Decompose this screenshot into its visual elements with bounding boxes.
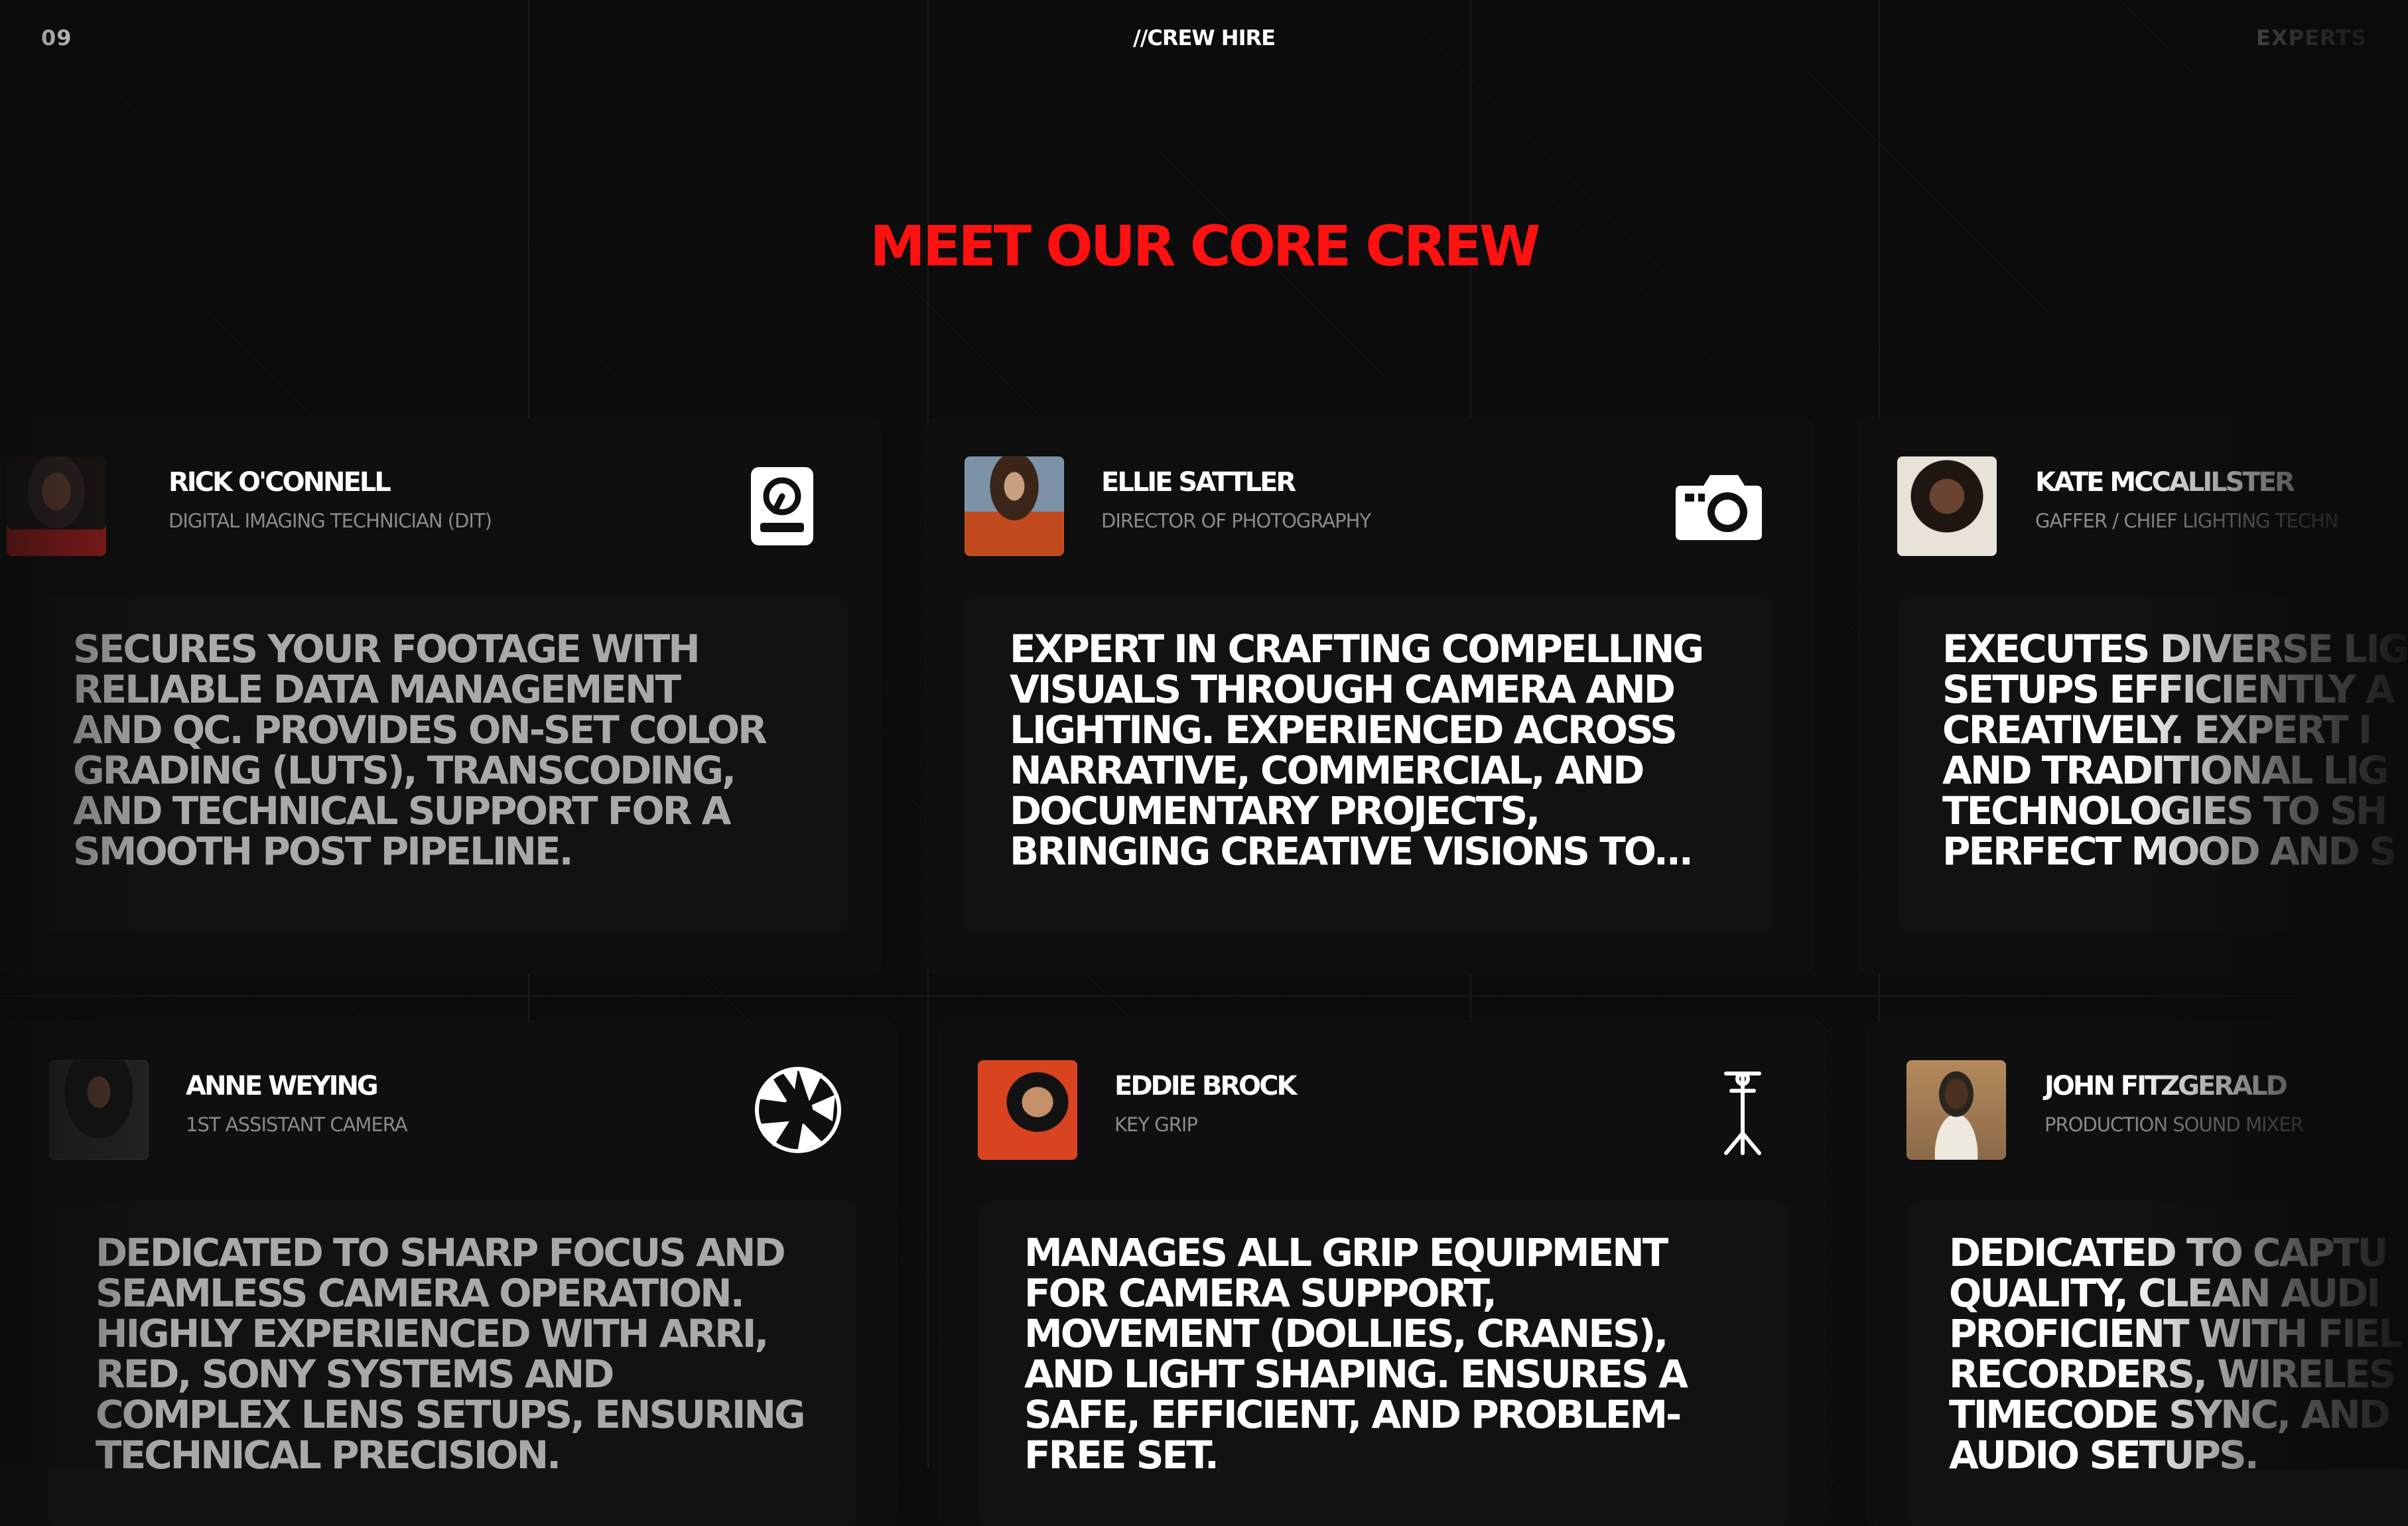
crew-description: EXECUTES DIVERSE LIG SETUPS EFFICIENTLY …	[1942, 626, 2408, 874]
crew-card[interactable]: JOHN FITZGERALD PRODUCTION SOUND MIXER D…	[1868, 1022, 2408, 1526]
crew-role: DIRECTOR OF PHOTOGRAPHY	[1101, 510, 1371, 532]
crew-role: 1ST ASSISTANT CAMERA	[186, 1113, 408, 1136]
crew-name: KATE MCCALILSTER	[2035, 467, 2295, 498]
description-box: EXPERT IN CRAFTING COMPELLING VISUALS TH…	[963, 597, 1773, 932]
section-label: EXPERTS	[2256, 25, 2367, 50]
avatar	[49, 1060, 149, 1160]
crew-card[interactable]: ANNE WEYING 1ST ASSISTANT CAMERA DEDICAT…	[0, 1022, 896, 1526]
crew-description: DEDICATED TO SHARP FOCUS AND SEAMLESS CA…	[96, 1230, 806, 1478]
camera-icon	[1669, 456, 1769, 556]
crew-card[interactable]: EDDIE BROCK KEY GRIP MANAGES ALL GRIP EQ…	[939, 1022, 1826, 1526]
page-title: MEET OUR CORE CREW	[870, 214, 1540, 279]
grid-line	[0, 995, 2408, 997]
crew-name: RICK O'CONNELL	[168, 467, 391, 498]
description-box: SECURES YOUR FOOTAGE WITH RELIABLE DATA …	[32, 597, 848, 932]
crew-description: MANAGES ALL GRIP EQUIPMENT FOR CAMERA SU…	[1024, 1230, 1688, 1478]
hard-drive-icon	[732, 456, 832, 556]
crew-card[interactable]: KATE MCCALILSTER GAFFER / CHIEF LIGHTING…	[1859, 418, 2408, 974]
crew-role: DIGITAL IMAGING TECHNICIAN (DIT)	[168, 510, 492, 532]
crew-card[interactable]: RICK O'CONNELL DIGITAL IMAGING TECHNICIA…	[0, 418, 880, 974]
avatar	[965, 456, 1064, 556]
avatar	[978, 1060, 1077, 1160]
description-box: EXECUTES DIVERSE LIG SETUPS EFFICIENTLY …	[1899, 597, 2408, 932]
aperture-icon	[748, 1060, 848, 1160]
crew-name: ANNE WEYING	[186, 1071, 379, 1101]
crew-role: PRODUCTION SOUND MIXER	[2044, 1113, 2304, 1136]
description-box: DEDICATED TO SHARP FOCUS AND SEAMLESS CA…	[49, 1201, 856, 1526]
crew-name: EDDIE BROCK	[1114, 1071, 1298, 1101]
avatar	[1897, 456, 1997, 556]
description-box: DEDICATED TO CAPTU QUALITY, CLEAN AUDI P…	[1908, 1201, 2408, 1526]
section-title: //CREW HIRE	[1133, 25, 1276, 50]
crew-role: KEY GRIP	[1114, 1113, 1198, 1136]
section-header: 09 //CREW HIRE EXPERTS	[0, 0, 2408, 80]
crew-description: SECURES YOUR FOOTAGE WITH RELIABLE DATA …	[73, 626, 768, 874]
crew-card[interactable]: ELLIE SATTLER DIRECTOR OF PHOTOGRAPHY EX…	[926, 418, 1812, 974]
crew-description: DEDICATED TO CAPTU QUALITY, CLEAN AUDI P…	[1949, 1230, 2403, 1478]
crew-name: JOHN FITZGERALD	[2044, 1071, 2288, 1101]
avatar	[7, 456, 106, 556]
crew-description: EXPERT IN CRAFTING COMPELLING VISUALS TH…	[1010, 626, 1704, 874]
c-stand-icon	[1693, 1060, 1792, 1160]
crew-name: ELLIE SATTLER	[1101, 467, 1296, 498]
crew-role: GAFFER / CHIEF LIGHTING TECHN	[2035, 510, 2339, 532]
avatar	[1906, 1060, 2006, 1160]
description-box: MANAGES ALL GRIP EQUIPMENT FOR CAMERA SU…	[979, 1201, 1788, 1526]
